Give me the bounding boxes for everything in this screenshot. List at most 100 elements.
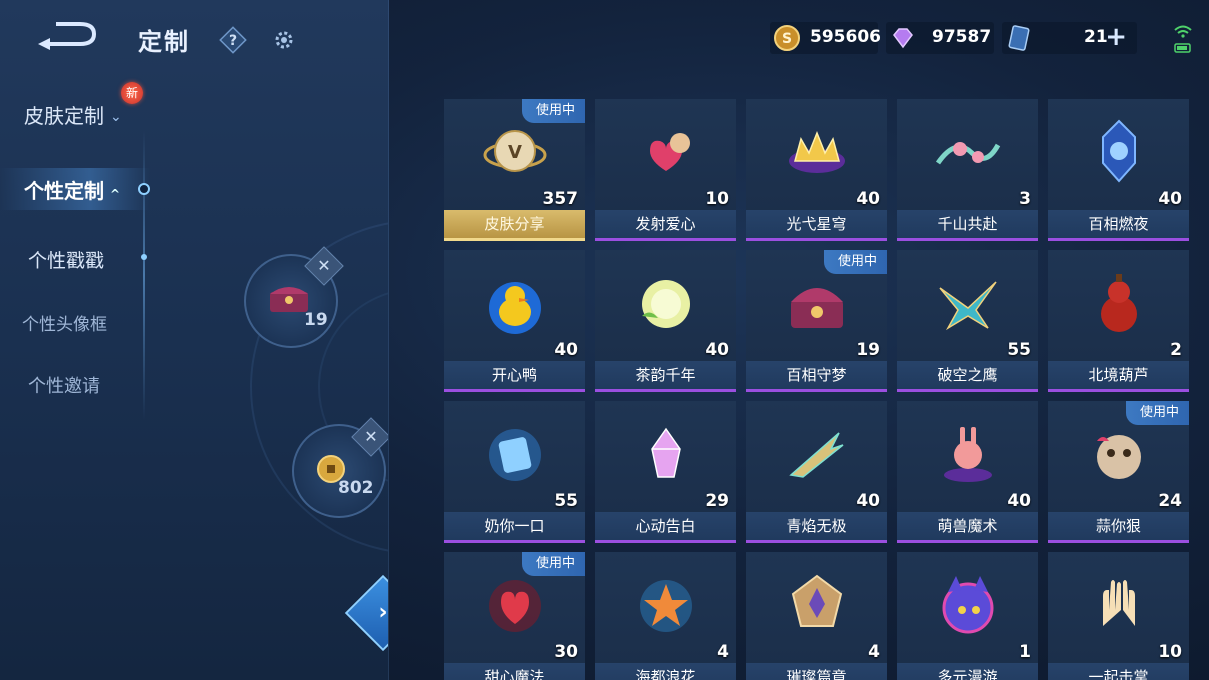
item-art-icon — [630, 268, 702, 340]
item-card[interactable]: 40 萌兽魔术 — [897, 401, 1038, 543]
item-card[interactable]: 4 海都浪花 — [595, 552, 736, 680]
item-count: 4 — [868, 642, 880, 662]
item-art-icon — [1083, 117, 1155, 189]
item-name: 海都浪花 — [595, 663, 736, 680]
diamond-amount: 97587 — [932, 27, 992, 47]
item-card[interactable]: 10 一起击掌 — [1048, 552, 1189, 680]
rail-active-dot — [138, 183, 150, 195]
in-use-badge: 使用中 — [1125, 401, 1189, 425]
item-art-icon — [781, 570, 853, 642]
item-card[interactable]: 55 破空之鹰 — [897, 250, 1038, 392]
item-count: 55 — [554, 491, 578, 511]
nav-personal-customization[interactable]: 个性定制 ^ — [24, 175, 120, 204]
item-card[interactable]: 40 光弋星穹 — [746, 99, 887, 241]
item-art-icon — [781, 268, 853, 340]
add-ticket-button[interactable]: + — [1105, 23, 1127, 51]
item-count: 357 — [542, 189, 579, 209]
wifi-battery-icon — [1174, 25, 1192, 53]
item-name: 开心鸭 — [444, 361, 585, 392]
item-count: 40 — [1007, 491, 1031, 511]
item-count: 2 — [1170, 340, 1182, 360]
item-card[interactable]: 40 青焰无极 — [746, 401, 887, 543]
slot-1-count: 19 — [304, 310, 328, 330]
item-card[interactable]: 3 千山共赴 — [897, 99, 1038, 241]
ticket-currency: 21 + — [1002, 22, 1137, 54]
item-card[interactable]: 4 璀璨篇章 — [746, 552, 887, 680]
new-badge: 新 — [121, 82, 143, 104]
item-card[interactable]: 19 百相守梦 使用中 — [746, 250, 887, 392]
item-art-icon — [630, 570, 702, 642]
item-art-icon — [479, 419, 551, 491]
item-count: 55 — [1007, 340, 1031, 360]
item-card[interactable]: 40 开心鸭 — [444, 250, 585, 392]
item-name: 多元漫游 — [897, 663, 1038, 680]
item-count: 40 — [705, 340, 729, 360]
item-name: 北境葫芦 — [1048, 361, 1189, 392]
item-count: 19 — [856, 340, 880, 360]
item-art-icon — [479, 268, 551, 340]
item-art-icon: V — [479, 117, 551, 189]
item-art-icon — [1083, 268, 1155, 340]
item-card[interactable]: 40 百相燃夜 — [1048, 99, 1189, 241]
item-name: 青焰无极 — [746, 512, 887, 543]
back-button[interactable] — [36, 20, 102, 54]
nav-skin-customization[interactable]: 皮肤定制 ⌄ — [24, 100, 122, 129]
item-count: 1 — [1019, 642, 1031, 662]
item-card[interactable]: 55 奶你一口 — [444, 401, 585, 543]
item-card[interactable]: 24 蒜你狠 使用中 — [1048, 401, 1189, 543]
svg-text:V: V — [508, 142, 522, 163]
item-count: 3 — [1019, 189, 1031, 209]
item-card[interactable]: 2 北境葫芦 — [1048, 250, 1189, 392]
item-art-icon — [932, 268, 1004, 340]
item-count: 10 — [705, 189, 729, 209]
item-art-icon — [932, 419, 1004, 491]
item-art-icon — [1083, 419, 1155, 491]
item-name: 百相守梦 — [746, 361, 887, 392]
item-name: 璀璨篇章 — [746, 663, 887, 680]
gear-icon[interactable] — [270, 26, 298, 54]
gold-amount: 595606 — [810, 27, 881, 47]
chevron-down-icon: ⌄ — [110, 109, 122, 125]
item-count: 40 — [856, 189, 880, 209]
chevron-right-icon: › — [378, 600, 388, 625]
item-art-icon — [1083, 570, 1155, 642]
nav-poke[interactable]: 个性戳戳 — [28, 246, 104, 273]
item-art-icon — [630, 117, 702, 189]
in-use-badge: 使用中 — [823, 250, 887, 274]
item-card[interactable]: 10 发射爱心 — [595, 99, 736, 241]
item-count: 40 — [856, 491, 880, 511]
item-art-icon — [781, 419, 853, 491]
item-name: 甜心魔法 — [444, 663, 585, 680]
next-arrow-button[interactable]: › — [344, 574, 388, 652]
item-count: 10 — [1158, 642, 1182, 662]
item-name: 心动告白 — [595, 512, 736, 543]
back-arrow-icon — [38, 22, 97, 50]
status-icons — [1172, 22, 1194, 56]
gold-currency: S 595606 — [770, 22, 881, 54]
item-name: 破空之鹰 — [897, 361, 1038, 392]
ticket-card-icon — [1008, 25, 1030, 51]
nav-invite[interactable]: 个性邀请 — [28, 372, 100, 398]
svg-text:S: S — [782, 31, 792, 47]
item-count: 24 — [1158, 491, 1182, 511]
question-mark-icon[interactable]: ? — [219, 26, 247, 54]
item-card[interactable]: 1 多元漫游 — [897, 552, 1038, 680]
item-count: 4 — [717, 642, 729, 662]
diamond-icon — [893, 28, 913, 49]
nav-avatar-frame[interactable]: 个性头像框 — [22, 310, 107, 335]
item-art-icon — [479, 570, 551, 642]
nav-active-label: 个性定制 — [24, 179, 104, 203]
item-card[interactable]: 30 甜心魔法 使用中 — [444, 552, 585, 680]
close-icon: ✕ — [364, 427, 378, 446]
item-card[interactable]: 40 茶韵千年 — [595, 250, 736, 392]
item-card[interactable]: V 357 皮肤分享 使用中 — [444, 99, 585, 241]
item-card[interactable]: 29 心动告白 — [595, 401, 736, 543]
item-art-icon — [781, 117, 853, 189]
nav-skin-label: 皮肤定制 — [24, 104, 104, 128]
in-use-badge: 使用中 — [521, 99, 585, 123]
item-name: 百相燃夜 — [1048, 210, 1189, 241]
item-name: 奶你一口 — [444, 512, 585, 543]
item-name: 光弋星穹 — [746, 210, 887, 241]
item-count: 30 — [554, 642, 578, 662]
chevron-up-icon: ^ — [110, 187, 121, 201]
